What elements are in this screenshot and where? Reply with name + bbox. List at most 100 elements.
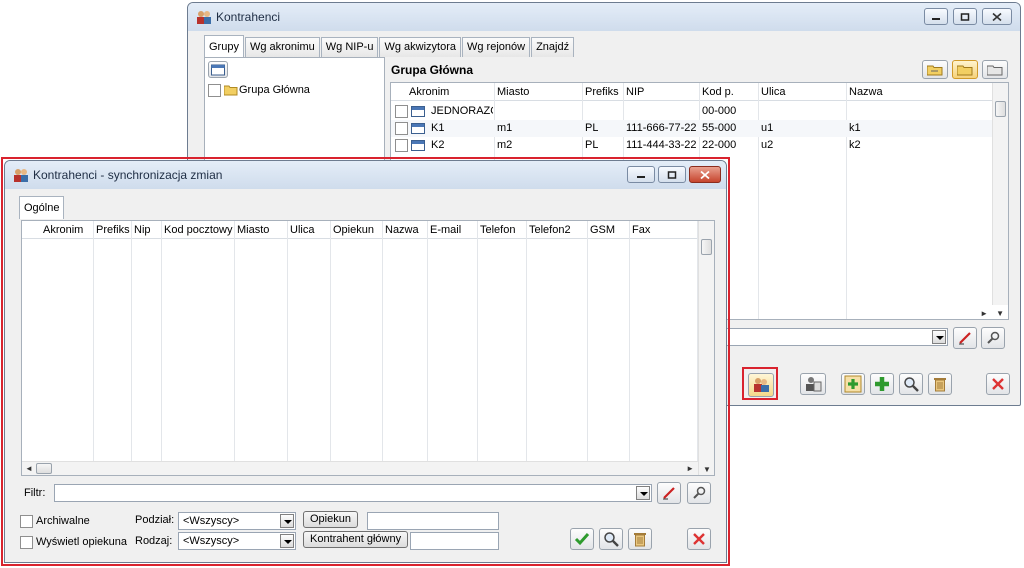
clear-filter-button[interactable] [657, 482, 681, 504]
filter-input[interactable] [54, 484, 652, 502]
minimize-button[interactable] [627, 166, 655, 183]
kontrahent-glowny-button[interactable]: Kontrahent główny [303, 531, 409, 548]
wyswietl-opiekuna-checkbox[interactable] [20, 536, 33, 549]
col-nip[interactable]: NIP [626, 86, 644, 98]
col-miasto[interactable]: Miasto [497, 86, 529, 98]
col-miasto[interactable]: Miasto [237, 224, 269, 236]
contractors-icon [197, 11, 211, 24]
col-divider [382, 221, 383, 461]
close-button[interactable] [982, 8, 1012, 25]
podzial-select[interactable]: <Wszyscy> [178, 512, 296, 530]
col-akronim[interactable]: Akronim [409, 86, 449, 98]
vertical-scrollbar[interactable] [992, 83, 1008, 305]
scroll-thumb[interactable] [36, 463, 52, 474]
col-nip[interactable]: Nip [134, 224, 151, 236]
tree-checkbox[interactable] [208, 84, 221, 97]
kontrahent-glowny-field[interactable] [410, 532, 499, 550]
podzial-dropdown[interactable] [280, 514, 294, 528]
minimize-button[interactable] [924, 8, 948, 25]
add-copy-button[interactable] [841, 373, 865, 395]
scroll-down-arrow[interactable]: ▼ [996, 309, 1004, 318]
cell-nazwa: k1 [849, 122, 861, 134]
row-checkbox[interactable] [395, 139, 408, 152]
filter-dropdown[interactable] [636, 486, 650, 500]
scroll-thumb[interactable] [995, 101, 1006, 117]
maximize-button[interactable] [953, 8, 977, 25]
table-row[interactable]: K2 m2 PL 111-444-33-22 22-000 u2 k2 [391, 137, 1008, 154]
close-window-button[interactable] [986, 373, 1010, 395]
back-build-filter-button[interactable] [981, 327, 1005, 349]
col-telefon[interactable]: Telefon [480, 224, 515, 236]
folder-open-button[interactable] [952, 60, 978, 79]
maximize-button[interactable] [658, 166, 686, 183]
build-filter-button[interactable] [687, 482, 711, 504]
contractor-card-button[interactable] [800, 373, 826, 395]
scroll-down-arrow[interactable]: ▼ [703, 465, 711, 474]
view-button[interactable] [599, 528, 623, 550]
add-button[interactable] [870, 373, 894, 395]
cell-kod: 22-000 [702, 139, 737, 151]
scroll-thumb[interactable] [701, 239, 712, 255]
col-divider [131, 221, 132, 461]
tab-wg-akwizytora[interactable]: Wg akwizytora [379, 37, 461, 57]
opiekun-field[interactable] [367, 512, 499, 530]
archiwalne-checkbox[interactable] [20, 515, 33, 528]
rodzaj-select[interactable]: <Wszyscy> [178, 532, 296, 550]
row-checkbox[interactable] [395, 105, 408, 118]
back-filter-dropdown[interactable] [932, 330, 946, 344]
tab-wg-nip[interactable]: Wg NIP-u [320, 37, 379, 57]
tab-znajdz[interactable]: Znajdź [531, 37, 575, 57]
minimize-icon [637, 175, 645, 178]
scroll-right-arrow[interactable]: ► [686, 464, 694, 473]
vertical-scrollbar[interactable]: ▼ [698, 221, 714, 475]
col-prefiks[interactable]: Prefiks [96, 224, 130, 236]
delete-button[interactable] [628, 528, 652, 550]
scroll-right-arrow[interactable]: ► [980, 309, 988, 318]
cell-prefiks: PL [585, 139, 599, 151]
confirm-button[interactable] [570, 528, 594, 550]
cell-akronim: K2 [431, 139, 445, 151]
cell-miasto: m1 [497, 122, 513, 134]
col-ulica[interactable]: Ulica [761, 86, 785, 98]
delete-button[interactable] [928, 373, 952, 395]
magnifier-icon [604, 532, 619, 547]
close-icon [992, 12, 1002, 21]
tree-view-button[interactable] [208, 61, 228, 78]
window-icon [411, 106, 425, 117]
scroll-left-arrow[interactable]: ◄ [25, 464, 33, 473]
tree-root-label[interactable]: Grupa Główna [239, 84, 310, 96]
opiekun-button[interactable]: Opiekun [303, 511, 358, 528]
horizontal-scrollbar[interactable]: ◄ ► [22, 461, 698, 475]
tree-panel: Grupa Główna [204, 57, 385, 167]
plus-icon [875, 377, 889, 391]
table-row[interactable]: K1 m1 PL 111-666-77-22 55-000 u1 k1 [391, 120, 1008, 137]
window-icon [211, 64, 225, 75]
tab-wg-rejonow[interactable]: Wg rejonów [461, 37, 531, 57]
col-nazwa[interactable]: Nazwa [385, 224, 419, 236]
col-nazwa[interactable]: Nazwa [849, 86, 883, 98]
col-prefiks[interactable]: Prefiks [585, 86, 619, 98]
back-clear-filter-button[interactable] [953, 327, 977, 349]
col-email[interactable]: E-mail [430, 224, 461, 236]
col-fax[interactable]: Fax [632, 224, 650, 236]
col-gsm[interactable]: GSM [590, 224, 615, 236]
folder-icon [927, 65, 943, 75]
col-akronim[interactable]: Akronim [43, 224, 83, 236]
col-kod[interactable]: Kod p. [702, 86, 734, 98]
rodzaj-dropdown[interactable] [280, 534, 294, 548]
window-title: Kontrahenci [216, 10, 281, 24]
tab-wg-akronimu[interactable]: Wg akronimu [244, 37, 320, 57]
folder-up-button[interactable] [922, 60, 948, 79]
row-checkbox[interactable] [395, 122, 408, 135]
col-kod-pocztowy[interactable]: Kod pocztowy [164, 224, 232, 236]
tab-ogolne[interactable]: Ogólne [19, 196, 65, 219]
view-button[interactable] [899, 373, 923, 395]
close-button[interactable] [689, 166, 721, 183]
folder-settings-button[interactable] [982, 60, 1008, 79]
table-row[interactable]: JEDNORAZOW 00-000 [391, 103, 1008, 120]
col-telefon2[interactable]: Telefon2 [529, 224, 571, 236]
col-ulica[interactable]: Ulica [290, 224, 314, 236]
close-window-button[interactable] [687, 528, 711, 550]
tab-grupy[interactable]: Grupy [204, 35, 244, 57]
col-opiekun[interactable]: Opiekun [333, 224, 374, 236]
